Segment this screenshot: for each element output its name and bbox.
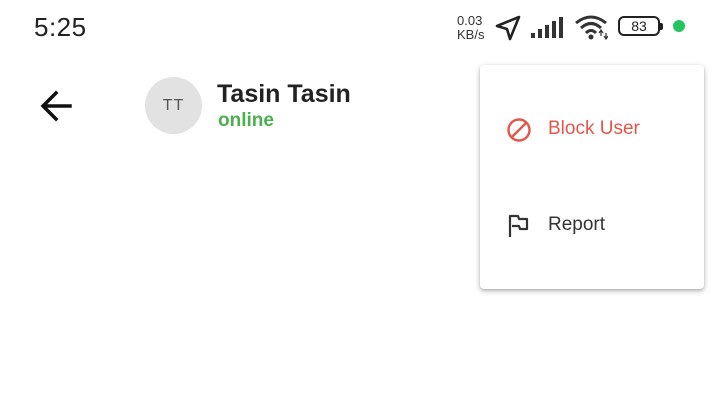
options-menu: Block User Report [480, 65, 704, 289]
battery-icon: 83 [618, 16, 663, 36]
report-menu-item[interactable]: Report [480, 197, 704, 253]
location-arrow-icon [495, 15, 521, 41]
status-time: 5:25 [34, 12, 87, 42]
arrow-left-icon [40, 90, 72, 122]
block-icon [507, 118, 531, 142]
back-button[interactable] [32, 82, 80, 130]
status-bar: 5:25 0.03 KB/s 83 [0, 0, 720, 56]
chat-user-status: online [218, 110, 274, 131]
report-label: Report [548, 214, 606, 235]
network-speed: 0.03 KB/s [457, 14, 491, 42]
block-user-menu-item[interactable]: Block User [480, 101, 704, 157]
network-speed-value: 0.03 [457, 13, 483, 28]
flag-icon [508, 214, 529, 237]
network-speed-unit: KB/s [457, 27, 485, 42]
wifi-icon [575, 15, 608, 41]
block-user-label: Block User [548, 118, 640, 139]
avatar[interactable]: TT [145, 77, 202, 134]
chat-user-name[interactable]: Tasin Tasin [217, 80, 351, 109]
signal-icon [531, 17, 563, 38]
status-dot [673, 20, 685, 32]
